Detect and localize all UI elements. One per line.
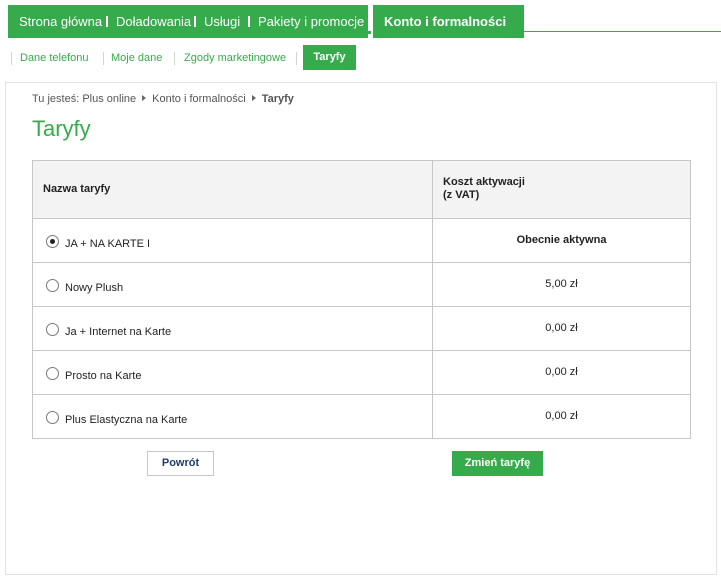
breadcrumb: Tu jesteś: Plus online Konto i formalnośc… <box>32 93 294 105</box>
tariff-cost: Obecnie aktywna <box>516 234 607 246</box>
tariff-table: Nazwa taryfy Koszt aktywacji (z VAT) JA … <box>32 160 691 439</box>
nav-item-top-ups[interactable]: Doładowania <box>116 14 191 29</box>
table-row[interactable]: Ja + Internet na Karte 0,00 zł <box>33 306 690 350</box>
tariff-cost: 0,00 zł <box>545 322 578 334</box>
tariff-name: JA + NA KARTE I <box>65 238 151 250</box>
page-title: Taryfy <box>32 116 91 141</box>
nav-item-services[interactable]: Usługi <box>204 14 240 29</box>
content-panel: Tu jesteś: Plus online Konto i formalnośc… <box>5 82 717 575</box>
table-header-cell: Nazwa taryfy <box>33 161 433 218</box>
tariff-cost: 0,00 zł <box>545 366 578 378</box>
nav-separator <box>194 16 196 27</box>
tariff-name: Plus Elastyczna na Karte <box>65 414 188 426</box>
sub-navigation: Dane telefonu Moje dane Zgody marketingo… <box>8 45 368 71</box>
subnav-item-my-data[interactable]: Moje dane <box>111 52 162 64</box>
breadcrumb-arrow-icon <box>142 95 147 101</box>
breadcrumb-current: Taryfy <box>261 93 294 105</box>
nav-item-home[interactable]: Strona główna <box>19 14 102 29</box>
header-activation-cost: Koszt aktywacji (z VAT) <box>443 176 525 201</box>
table-cell-name: Plus Elastyczna na Karte <box>33 395 433 438</box>
table-cell-name: Nowy Plush <box>33 263 433 306</box>
table-row[interactable]: Prosto na Karte 0,00 zł <box>33 350 690 394</box>
table-cell-cost: 0,00 zł <box>433 351 690 394</box>
tariff-name: Nowy Plush <box>65 282 124 294</box>
table-cell-name: Prosto na Karte <box>33 351 433 394</box>
header-tariff-name: Nazwa taryfy <box>43 183 111 195</box>
table-row[interactable]: JA + NA KARTE I Obecnie aktywna <box>33 218 690 262</box>
tariff-cost: 0,00 zł <box>545 410 578 422</box>
table-row[interactable]: Plus Elastyczna na Karte 0,00 zł <box>33 394 690 438</box>
nav-item-account-label: Konto i formalności <box>384 14 507 29</box>
table-cell-cost: 5,00 zł <box>433 263 690 306</box>
tariff-radio[interactable] <box>46 367 59 380</box>
change-tariff-button[interactable]: Zmień taryfę <box>452 451 543 476</box>
subnav-separator <box>103 52 104 65</box>
table-cell-cost: Obecnie aktywna <box>433 219 690 262</box>
nav-item-packages[interactable]: Pakiety i promocje <box>258 14 364 29</box>
table-cell-cost: 0,00 zł <box>433 395 690 438</box>
table-cell-name: Ja + Internet na Karte <box>33 307 433 350</box>
table-row[interactable]: Nowy Plush 5,00 zł <box>33 262 690 306</box>
nav-separator <box>106 16 108 27</box>
tariff-radio[interactable] <box>46 323 59 336</box>
back-button[interactable]: Powrót <box>147 451 214 476</box>
breadcrumb-arrow-icon <box>251 95 256 101</box>
nav-separator <box>248 16 250 27</box>
tariff-radio[interactable] <box>46 235 59 248</box>
tariff-radio[interactable] <box>46 279 59 292</box>
breadcrumb-prefix: Tu jesteś: <box>32 93 80 105</box>
tariff-name: Ja + Internet na Karte <box>65 326 172 338</box>
subnav-separator <box>296 52 297 65</box>
subnav-separator <box>11 52 12 65</box>
top-nav-cover <box>523 32 721 38</box>
table-cell-cost: 0,00 zł <box>433 307 690 350</box>
breadcrumb-link-plus-online[interactable]: Plus online <box>82 93 136 105</box>
table-header-row: Nazwa taryfy Koszt aktywacji (z VAT) <box>33 161 690 218</box>
table-header-cell: Koszt aktywacji (z VAT) <box>433 161 690 218</box>
tariff-cost: 5,00 zł <box>545 278 578 290</box>
subnav-item-phone-data[interactable]: Dane telefonu <box>20 52 89 64</box>
nav-item-account[interactable]: Konto i formalności <box>373 5 524 38</box>
subnav-item-tariffs[interactable]: Taryfy <box>303 45 356 70</box>
tariff-name: Prosto na Karte <box>65 370 142 382</box>
subnav-separator <box>174 52 175 65</box>
top-navigation: Strona główna Doładowania Usługi Pakiety… <box>8 5 721 38</box>
table-cell-name: JA + NA KARTE I <box>33 219 433 262</box>
tariff-radio[interactable] <box>46 411 59 424</box>
subnav-item-marketing-consents[interactable]: Zgody marketingowe <box>184 52 286 64</box>
breadcrumb-link-account[interactable]: Konto i formalności <box>152 93 246 105</box>
